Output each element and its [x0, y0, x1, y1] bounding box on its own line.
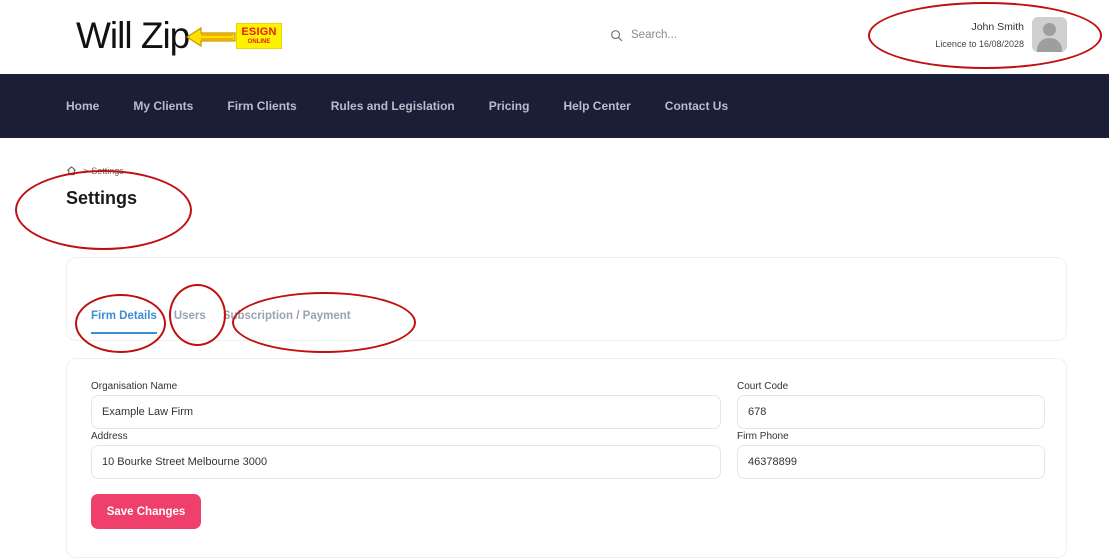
annotation-circle-title	[15, 170, 192, 250]
nav-item-help-center[interactable]: Help Center	[563, 99, 630, 113]
organisation-name-input[interactable]	[91, 395, 721, 429]
tab-subscription-payment[interactable]: Subscription / Payment	[223, 310, 351, 334]
court-code-label: Court Code	[737, 381, 789, 392]
nav-item-firm-clients[interactable]: Firm Clients	[227, 99, 296, 113]
logo-text: Will Zip	[76, 15, 190, 56]
esign-online-badge: ESIGN ONLINE	[236, 23, 282, 49]
avatar-head	[1043, 23, 1056, 36]
main-navbar: Home My Clients Firm Clients Rules and L…	[0, 74, 1109, 138]
nav-item-home[interactable]: Home	[66, 99, 99, 113]
tab-users[interactable]: Users	[174, 310, 206, 334]
avatar[interactable]	[1032, 17, 1067, 52]
search-bar[interactable]	[610, 26, 751, 44]
esign-badge-subtitle: ONLINE	[247, 39, 271, 45]
search-input[interactable]	[631, 29, 751, 41]
address-label: Address	[91, 431, 128, 442]
court-code-input[interactable]	[737, 395, 1045, 429]
firm-phone-label: Firm Phone	[737, 431, 789, 442]
will-zip-logo[interactable]: Will Zip ESIGN ONLINE	[76, 15, 282, 56]
firm-details-form: Organisation Name Address Court Code Fir…	[66, 358, 1067, 558]
settings-tabs-card: Firm Details Users Subscription / Paymen…	[66, 257, 1067, 341]
search-icon	[611, 29, 623, 41]
firm-phone-input[interactable]	[737, 445, 1045, 479]
settings-tabs: Firm Details Users Subscription / Paymen…	[91, 310, 368, 334]
tab-firm-details[interactable]: Firm Details	[91, 310, 157, 334]
nav-list: Home My Clients Firm Clients Rules and L…	[66, 74, 762, 138]
page-title: Settings	[66, 188, 138, 208]
breadcrumb: > Settings	[66, 165, 124, 176]
user-profile[interactable]: John Smith Licence to 16/08/2028	[935, 17, 1067, 52]
address-input[interactable]	[91, 445, 721, 479]
licence-expiry: Licence to 16/08/2028	[935, 38, 1024, 49]
user-info: John Smith Licence to 16/08/2028	[935, 21, 1024, 49]
user-name: John Smith	[971, 20, 1024, 33]
esign-badge-title: ESIGN	[241, 26, 277, 38]
nav-item-rules-and-legislation[interactable]: Rules and Legislation	[331, 99, 455, 113]
avatar-body	[1037, 38, 1062, 52]
breadcrumb-separator: >	[83, 165, 89, 176]
nav-item-pricing[interactable]: Pricing	[489, 99, 530, 113]
save-changes-button[interactable]: Save Changes	[91, 494, 201, 529]
nav-item-my-clients[interactable]: My Clients	[133, 99, 193, 113]
nav-item-contact-us[interactable]: Contact Us	[665, 99, 728, 113]
organisation-name-label: Organisation Name	[91, 381, 178, 392]
top-header: Will Zip ESIGN ONLINE John Smith Licence…	[0, 0, 1109, 74]
home-icon[interactable]	[66, 165, 77, 176]
breadcrumb-current: Settings	[91, 165, 124, 176]
